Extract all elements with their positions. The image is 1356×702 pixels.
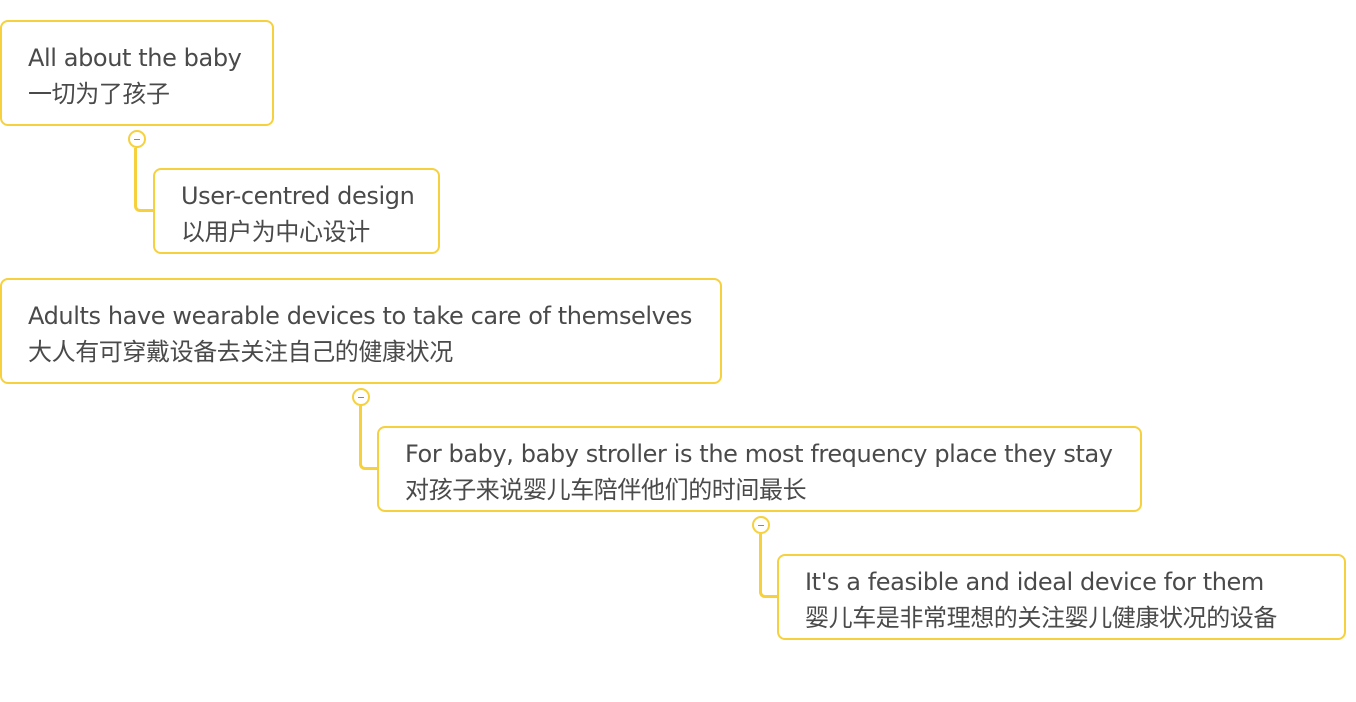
connector-n3-n4	[359, 406, 379, 470]
topic-text-zh: 以用户为中心设计	[181, 218, 370, 246]
topic-node-feasible-device[interactable]: It's a feasible and ideal device for the…	[777, 554, 1346, 640]
topic-text-zh: 对孩子来说婴儿车陪伴他们的时间最长	[405, 476, 807, 504]
topic-text-en: It's a feasible and ideal device for the…	[805, 568, 1264, 596]
topic-text-zh: 婴儿车是非常理想的关注婴儿健康状况的设备	[805, 604, 1277, 632]
collapse-toggle-n1[interactable]	[128, 130, 146, 148]
mind-map-canvas: All about the baby 一切为了孩子 User-centred d…	[0, 0, 1356, 702]
topic-text-zh: 大人有可穿戴设备去关注自己的健康状况	[28, 338, 453, 366]
topic-text-zh: 一切为了孩子	[28, 80, 170, 108]
topic-node-adults-wearable[interactable]: Adults have wearable devices to take car…	[0, 278, 722, 384]
collapse-toggle-n4[interactable]	[752, 516, 770, 534]
topic-text-en: Adults have wearable devices to take car…	[28, 302, 692, 330]
connector-n1-n2	[134, 148, 155, 212]
topic-node-baby-stroller[interactable]: For baby, baby stroller is the most freq…	[377, 426, 1142, 512]
collapse-toggle-n3[interactable]	[352, 388, 370, 406]
topic-text-en: For baby, baby stroller is the most freq…	[405, 440, 1113, 468]
minus-icon	[134, 138, 140, 140]
topic-text-en: All about the baby	[28, 44, 242, 72]
connector-n4-n5	[759, 534, 779, 598]
topic-node-all-about-baby[interactable]: All about the baby 一切为了孩子	[0, 20, 274, 126]
topic-node-user-centred-design[interactable]: User-centred design 以用户为中心设计	[153, 168, 440, 254]
topic-text-en: User-centred design	[181, 182, 415, 210]
minus-icon	[758, 524, 764, 526]
minus-icon	[358, 396, 364, 398]
